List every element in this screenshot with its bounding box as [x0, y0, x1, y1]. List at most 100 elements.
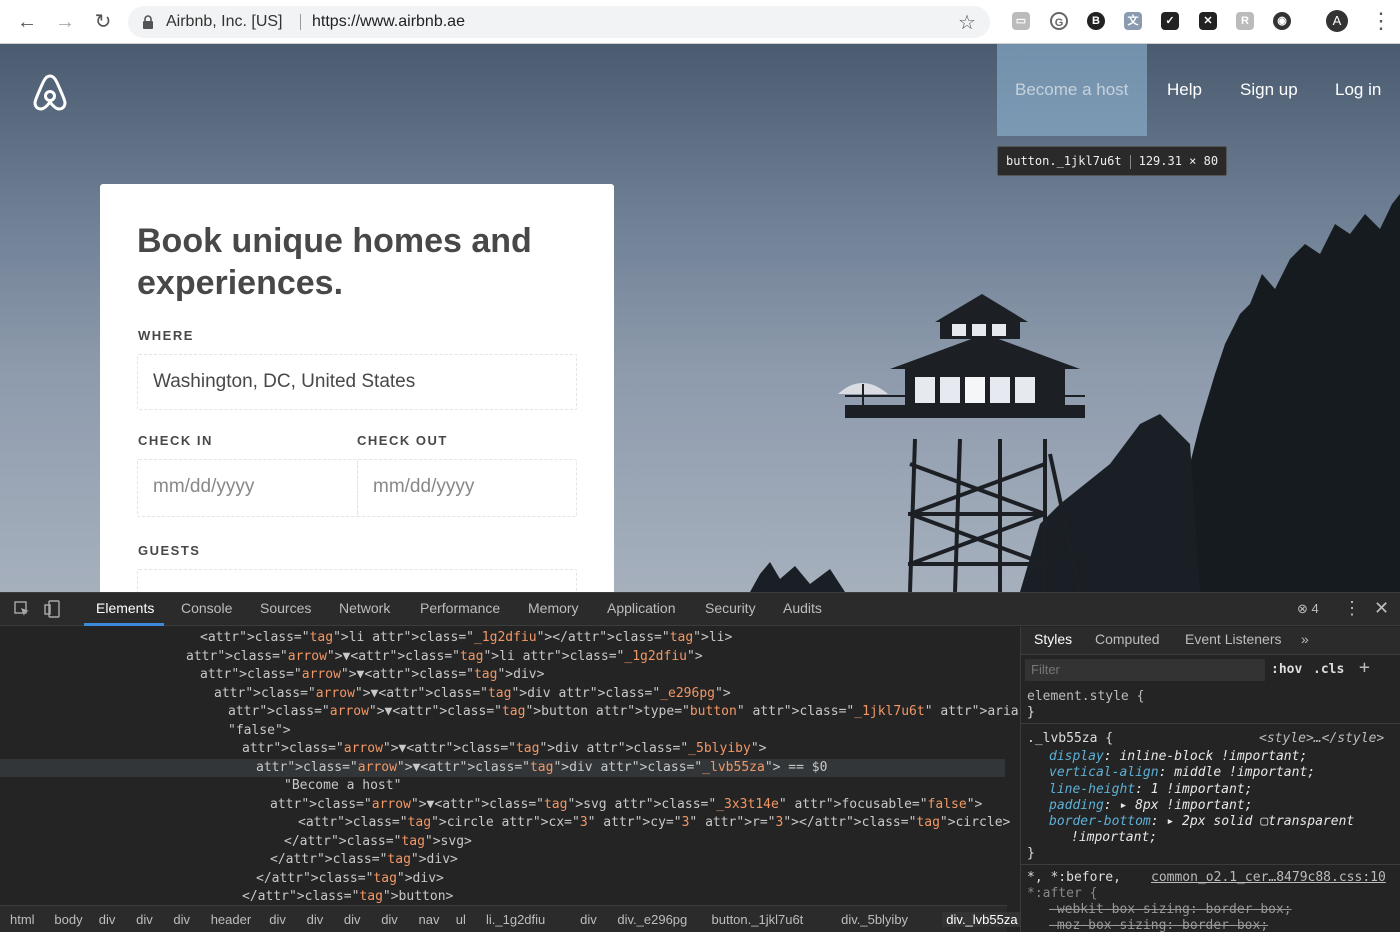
breadcrumb-item[interactable]: ul	[456, 912, 466, 927]
airbnb-logo-icon[interactable]	[30, 72, 70, 112]
breadcrumb-item[interactable]: body	[54, 912, 82, 927]
profile-avatar[interactable]: A	[1326, 10, 1348, 32]
extension-b-icon[interactable]: B	[1087, 12, 1105, 30]
dom-node-line[interactable]: "false">	[0, 722, 1005, 740]
dom-node-line[interactable]: attr">class="arrow">▼<attr">class="tag">…	[0, 685, 1005, 703]
tab-network[interactable]: Network	[339, 600, 390, 616]
dom-node-line[interactable]: <attr">class="tag">circle attr">cx="3" a…	[0, 814, 1010, 832]
dom-node-line[interactable]: attr">class="arrow">▼<attr">class="tag">…	[0, 740, 1005, 758]
dom-node-line[interactable]: </attr">class="tag">button>	[0, 888, 1005, 906]
forward-icon[interactable]: →	[54, 11, 76, 33]
pocket-extension-icon[interactable]: ✓	[1161, 12, 1179, 30]
breadcrumb-item[interactable]: header	[211, 912, 251, 927]
dom-node-line[interactable]: attr">class="arrow">▼<attr">class="tag">…	[0, 703, 1400, 721]
tab-sources[interactable]: Sources	[260, 600, 311, 616]
tab-event-listeners[interactable]: Event Listeners	[1185, 631, 1282, 647]
check-in-input[interactable]: mm/dd/yyyy	[137, 459, 358, 517]
device-toolbar-icon[interactable]	[44, 600, 62, 618]
tab-performance[interactable]: Performance	[420, 600, 500, 616]
dom-node-line[interactable]: attr">class="arrow">▼<attr">class="tag">…	[0, 648, 1005, 666]
url-text[interactable]: https://www.airbnb.ae	[312, 13, 465, 31]
dom-node-line[interactable]: </attr">class="tag">div>	[0, 851, 1005, 869]
dom-node-line[interactable]: </attr">class="tag">div>	[0, 870, 1005, 888]
inspect-element-icon[interactable]	[14, 601, 30, 617]
close-devtools-icon[interactable]: ✕	[1374, 598, 1389, 619]
breadcrumb-item[interactable]: div._lvb55za	[942, 912, 1022, 927]
tab-application[interactable]: Application	[607, 600, 676, 616]
dom-node-line[interactable]: attr">class="arrow">▼<attr">class="tag">…	[0, 666, 1005, 684]
inspect-tooltip: button._1jkl7u6t 129.31 × 80	[997, 146, 1228, 176]
more-tabs-icon[interactable]: »	[1301, 631, 1309, 647]
extension-r-icon[interactable]: R	[1236, 12, 1254, 30]
styles-filter-input[interactable]: Filter	[1025, 659, 1265, 681]
reload-icon[interactable]: ↻	[92, 11, 114, 33]
breadcrumb-item[interactable]: div._5blyiby	[841, 912, 908, 927]
breadcrumb-item[interactable]: div	[269, 912, 286, 927]
issues-counter[interactable]: ⊗ 4	[1297, 601, 1319, 617]
css-property-value: : ▸ 8px !important;	[1103, 797, 1253, 813]
devtools-menu-icon[interactable]: ⋮	[1343, 598, 1361, 619]
lock-icon	[143, 15, 153, 29]
extension-icon[interactable]: ▭	[1012, 12, 1030, 30]
nav-become-host[interactable]: Become a host	[1015, 80, 1128, 100]
tab-computed[interactable]: Computed	[1095, 631, 1160, 647]
nav-sign-up[interactable]: Sign up	[1240, 80, 1298, 100]
incognito-extension-icon[interactable]: ◉	[1273, 12, 1291, 30]
breadcrumb-item[interactable]: div	[99, 912, 116, 927]
css-property[interactable]: border-bottom: ▸ 2px solid ▢transparent	[1049, 814, 1354, 830]
breadcrumb-item[interactable]: div._e296pg	[617, 912, 687, 927]
tab-elements[interactable]: Elements	[96, 600, 154, 616]
translate-extension-icon[interactable]: 文	[1124, 12, 1142, 30]
breadcrumb-item[interactable]: div	[580, 912, 597, 927]
browser-menu-icon[interactable]: ⋮	[1370, 8, 1392, 34]
devtools-panel: Elements Console Sources Network Perform…	[0, 592, 1400, 932]
dom-node-line[interactable]: </attr">class="tag">svg>	[0, 833, 1005, 851]
dom-node-line[interactable]: attr">class="arrow">▼<attr">class="tag">…	[0, 758, 1005, 777]
breadcrumb-item[interactable]: div	[136, 912, 153, 927]
grammarly-extension-icon[interactable]: G	[1050, 12, 1068, 30]
breadcrumb-item[interactable]: nav	[419, 912, 440, 927]
tooltip-selector: button._1jkl7u6t	[1006, 154, 1122, 168]
check-out-input[interactable]: mm/dd/yyyy	[357, 459, 577, 517]
universal-source-link[interactable]: common_o2.1_cer…8479c88.css:10	[1151, 870, 1386, 886]
omnibox-divider	[300, 14, 301, 30]
tab-console[interactable]: Console	[181, 600, 232, 616]
breadcrumb-item[interactable]: button._1jkl7u6t	[712, 912, 804, 927]
site-identity: Airbnb, Inc. [US]	[166, 13, 283, 30]
elements-tree[interactable]: <attr">class="tag">li attr">class="_1g2d…	[0, 627, 1400, 904]
css-property[interactable]: vertical-align: middle !important;	[1049, 765, 1315, 781]
address-bar[interactable]: Airbnb, Inc. [US] https://www.airbnb.ae …	[128, 6, 990, 38]
breadcrumb-item[interactable]: div	[173, 912, 190, 927]
new-style-rule-icon[interactable]: +	[1359, 657, 1370, 678]
cls-toggle[interactable]: .cls	[1313, 662, 1344, 677]
css-property[interactable]: padding: ▸ 8px !important;	[1049, 798, 1253, 814]
dom-node-line[interactable]: attr">class="arrow">▼<attr">class="tag">…	[0, 796, 1005, 814]
guests-label: GUESTS	[138, 543, 201, 558]
styles-pane: Styles Computed Event Listeners » Filter…	[1020, 627, 1400, 932]
where-input[interactable]: Washington, DC, United States	[137, 354, 577, 410]
back-icon[interactable]: ←	[16, 11, 38, 33]
dom-node-line[interactable]: <attr">class="tag">li attr">class="_1g2d…	[0, 629, 1005, 647]
breadcrumb-item[interactable]: div	[344, 912, 361, 927]
nav-log-in[interactable]: Log in	[1335, 80, 1381, 100]
tab-audits[interactable]: Audits	[783, 600, 822, 616]
guests-input[interactable]	[137, 569, 577, 592]
tab-security[interactable]: Security	[705, 600, 756, 616]
css-property-value: : ▸ 2px solid ▢transparent	[1150, 814, 1355, 830]
tab-styles[interactable]: Styles	[1034, 631, 1072, 647]
tab-memory[interactable]: Memory	[528, 600, 579, 616]
breadcrumb-item[interactable]: li._1g2dfiu	[486, 912, 545, 927]
styles-tabbar: Styles Computed Event Listeners »	[1021, 627, 1400, 655]
nav-help[interactable]: Help	[1167, 80, 1202, 100]
breadcrumb-item[interactable]: div	[381, 912, 398, 927]
breadcrumb-item[interactable]: html	[10, 912, 35, 927]
issues-count: 4	[1311, 601, 1319, 616]
close-extension-icon[interactable]: ✕	[1199, 12, 1217, 30]
bookmark-star-icon[interactable]: ☆	[958, 10, 976, 35]
dom-node-line[interactable]: "Become a host"	[0, 777, 1005, 795]
hov-toggle[interactable]: :hov	[1271, 662, 1302, 677]
breadcrumb-item[interactable]: div	[307, 912, 324, 927]
rule-source-link[interactable]: <style>…</style>	[1259, 731, 1384, 747]
css-property[interactable]: display: inline-block !important;	[1049, 749, 1307, 765]
css-property[interactable]: line-height: 1 !important;	[1049, 782, 1253, 798]
